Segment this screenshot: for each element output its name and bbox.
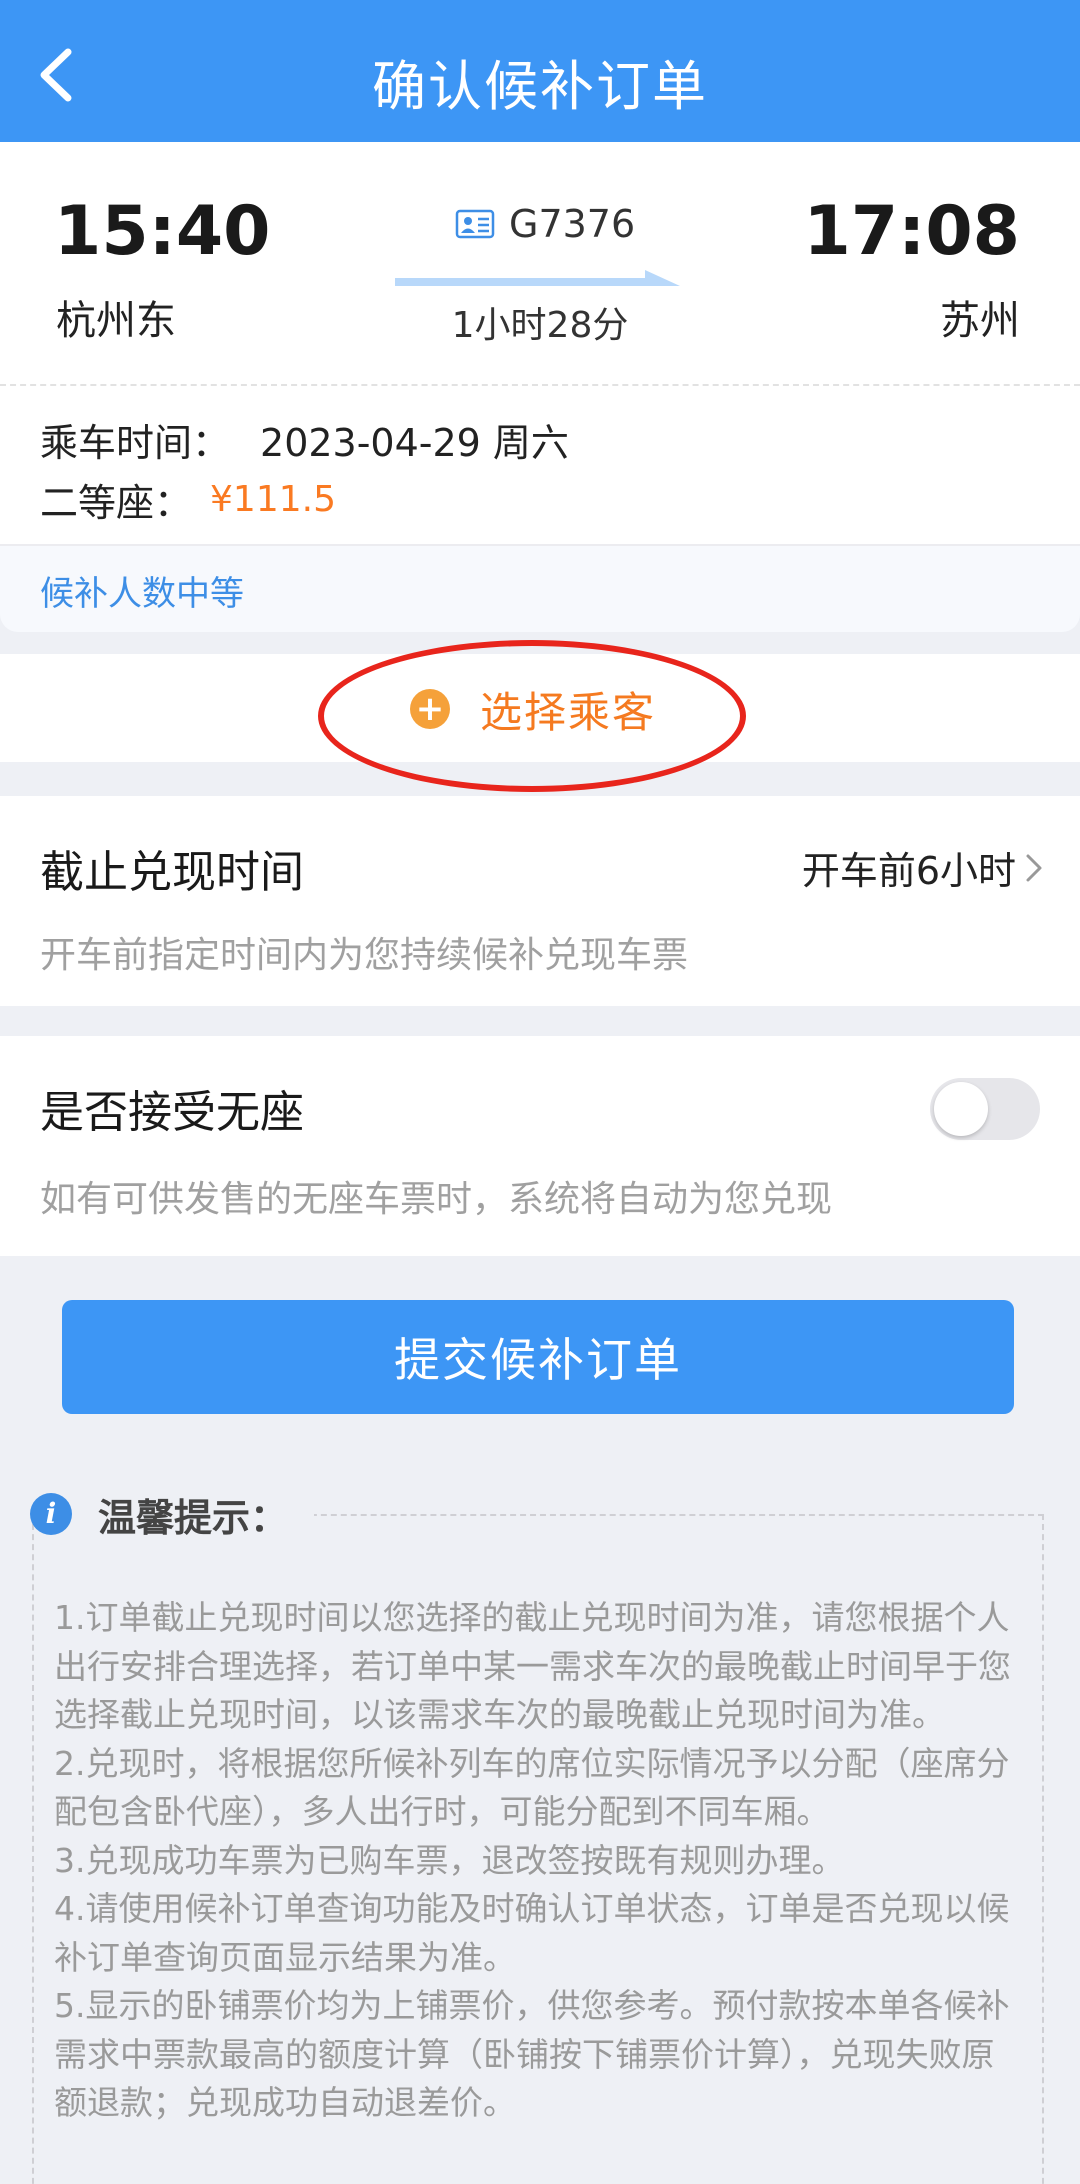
departure-station: 杭州东	[56, 298, 176, 344]
annotation-red-ellipse	[318, 640, 746, 792]
train-number-row[interactable]: G7376	[455, 198, 635, 250]
tips-body: 1.订单截止兑现时间以您选择的截止兑现时间为准，请您根据个人出行安排合理选择，若…	[54, 1594, 1014, 2128]
departure-time: 15:40	[54, 192, 271, 271]
info-icon: i	[30, 1493, 72, 1535]
route-arrow-icon	[395, 270, 680, 286]
no-seat-toggle[interactable]	[930, 1078, 1040, 1140]
deadline-setting-row[interactable]: 截止兑现时间 开车前6小时 开车前指定时间内为您持续候补兑现车票	[0, 796, 1080, 1006]
no-seat-setting-row: 是否接受无座 如有可供发售的无座车票时，系统将自动为您兑现	[0, 1036, 1080, 1256]
ticket-info-card: 乘车时间： 2023-04-29 周六 二等座： ¥111.5	[0, 388, 1080, 544]
tip-item: 3.兑现成功车票为已购车票，退改签按既有规则办理。	[54, 1840, 845, 1880]
arrival-time: 17:08	[803, 192, 1020, 271]
deadline-value-text: 开车前6小时	[801, 849, 1016, 893]
seat-price-row: 二等座： ¥111.5	[40, 472, 336, 527]
tip-item: 1.订单截止兑现时间以您选择的截止兑现时间为准，请您根据个人出行安排合理选择，若…	[54, 1598, 1011, 1734]
tip-item: 4.请使用候补订单查询功能及时确认订单状态，订单是否兑现以候补订单查询页面显示结…	[54, 1889, 1010, 1977]
chevron-right-icon	[1026, 854, 1042, 881]
ticket-price: ¥111.5	[210, 479, 336, 520]
submit-order-button[interactable]: 提交候补订单	[62, 1300, 1014, 1414]
arrival-station: 苏州	[940, 298, 1020, 344]
train-number: G7376	[509, 202, 636, 246]
train-info-card: 15:40 杭州东 G7376 1小时28分 17:08 苏州	[0, 142, 1080, 384]
seat-class-label: 二等座：	[40, 481, 193, 525]
page-title: 确认候补订单	[372, 55, 708, 118]
travel-date-label: 乘车时间：	[40, 421, 231, 465]
deadline-value[interactable]: 开车前6小时	[802, 840, 1044, 895]
deadline-description: 开车前指定时间内为您持续候补兑现车票	[40, 935, 689, 976]
tips-title: 温馨提示：	[98, 1495, 289, 1540]
travel-date-value: 2023-04-29 周六	[260, 421, 569, 465]
train-summary: G7376 1小时28分	[395, 198, 685, 358]
id-card-icon	[455, 209, 495, 239]
queue-status-bar: 候补人数中等	[0, 544, 1080, 632]
tip-item: 5.显示的卧铺票价均为上铺票价，供您参考。预付款按本单各候补需求中票款最高的额度…	[54, 1986, 1010, 2122]
travel-date-row: 乘车时间： 2023-04-29 周六	[40, 412, 569, 467]
travel-duration: 1小时28分	[451, 305, 629, 346]
deadline-title: 截止兑现时间	[40, 847, 304, 898]
no-seat-title: 是否接受无座	[40, 1087, 304, 1138]
toggle-knob	[934, 1082, 988, 1136]
tips-header: i 温馨提示：	[30, 1492, 288, 1540]
tip-item: 2.兑现时，将根据您所候补列车的席位实际情况予以分配（座席分配包含卧代座），多人…	[54, 1743, 1010, 1832]
queue-status-text: 候补人数中等	[40, 574, 244, 614]
no-seat-description: 如有可供发售的无座车票时，系统将自动为您兑现	[40, 1179, 833, 1220]
nav-header: 确认候补订单	[0, 0, 1080, 142]
page: 确认候补订单 15:40 杭州东 G7376 1小时28分 17:08 苏州 乘…	[0, 0, 1080, 2184]
